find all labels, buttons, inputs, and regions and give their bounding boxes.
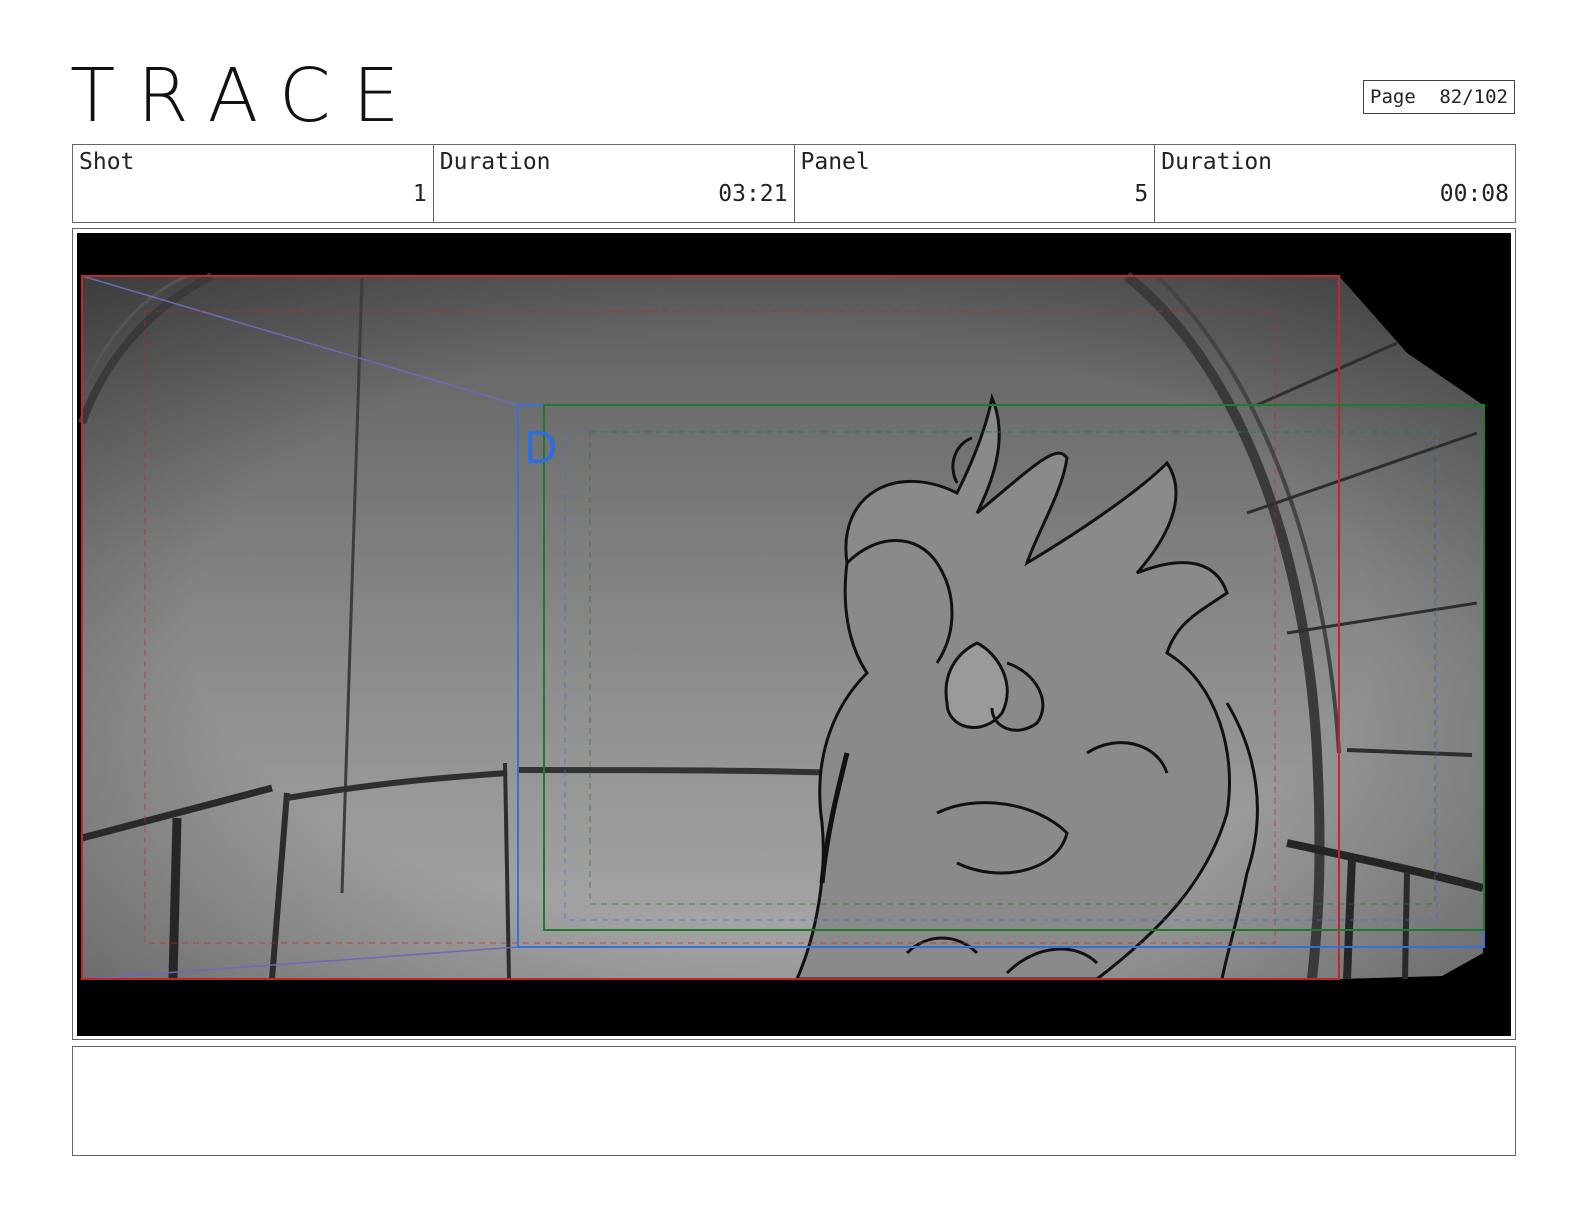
camera-marker-label: D — [524, 423, 558, 474]
panel-duration-value: 00:08 — [1439, 181, 1509, 207]
scene-background — [78, 272, 1485, 980]
shot-info-table: Shot 1 Duration 03:21 Panel 5 Duration 0… — [72, 144, 1516, 223]
shot-label: Shot — [79, 149, 135, 175]
panel-label: Panel — [800, 149, 870, 175]
shot-duration-value: 03:21 — [718, 181, 788, 207]
logo-text: TRACE — [70, 53, 422, 139]
trace-logo: TRACE — [70, 59, 421, 133]
panel-duration-label: Duration — [1161, 149, 1273, 175]
page-number: 82/102 — [1439, 86, 1508, 108]
panel-cell: Panel 5 — [795, 145, 1156, 222]
storyboard-panel-image: D — [77, 233, 1511, 1036]
shot-cell: Shot 1 — [73, 145, 434, 222]
panel-value: 5 — [1134, 181, 1149, 207]
page-indicator: Page 82/102 — [1363, 80, 1515, 114]
shot-duration-cell: Duration 03:21 — [434, 145, 795, 222]
page-label: Page — [1370, 86, 1416, 108]
storyboard-sketch: D — [78, 272, 1485, 981]
notes-box — [72, 1046, 1516, 1156]
shot-value: 1 — [412, 181, 427, 207]
panel-duration-cell: Duration 00:08 — [1155, 145, 1515, 222]
shot-duration-label: Duration — [439, 149, 551, 175]
